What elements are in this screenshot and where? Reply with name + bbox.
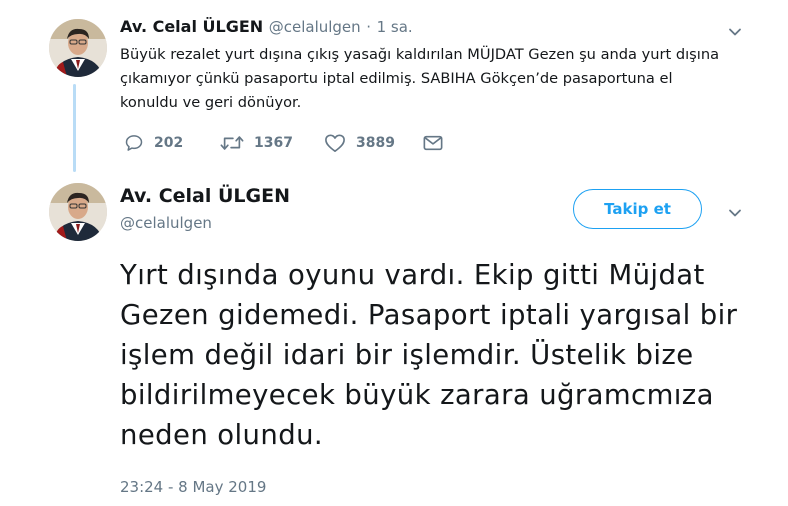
heart-icon (325, 134, 345, 152)
reply-count: 202 (154, 135, 184, 151)
avatar-image (49, 183, 107, 241)
reply-icon (125, 135, 143, 151)
thread-connector-line (73, 84, 76, 172)
tweet-time-ago[interactable]: 1 sa. (377, 18, 413, 36)
retweet-count: 1367 (254, 135, 293, 151)
author-handle[interactable]: @celalulgen (269, 18, 361, 36)
more-options-button[interactable] (728, 24, 742, 43)
author-avatar[interactable] (49, 19, 107, 77)
retweet-icon (220, 136, 244, 150)
parent-tweet-header: Av. Celal ÜLGEN @celalulgen · 1 sa. (120, 17, 413, 36)
retweet-button[interactable]: 1367 (220, 133, 293, 153)
main-tweet-text: Yırt dışında oyunu vardı. Ekip gitti Müj… (120, 259, 738, 451)
header-separator: · (366, 18, 372, 36)
tweet-actions-bar: 202 1367 3889 (0, 132, 788, 154)
follow-button[interactable]: Takip et (573, 189, 702, 229)
chevron-down-icon (729, 209, 741, 217)
direct-message-button[interactable] (423, 134, 443, 152)
envelope-icon (423, 135, 443, 151)
avatar-image (49, 19, 107, 77)
main-author-name[interactable]: Av. Celal ÜLGEN (120, 185, 290, 207)
reply-button[interactable]: 202 (124, 133, 183, 153)
like-count: 3889 (356, 135, 395, 151)
main-author-handle[interactable]: @celalulgen (120, 214, 212, 232)
chevron-down-icon (729, 28, 741, 36)
parent-tweet-text: Büyük rezalet yurt dışına çıkış yasağı k… (120, 46, 720, 111)
main-author-avatar[interactable] (49, 183, 107, 241)
main-more-options-button[interactable] (728, 205, 742, 224)
author-name[interactable]: Av. Celal ÜLGEN (120, 17, 263, 36)
like-button[interactable]: 3889 (324, 133, 395, 153)
tweet-timestamp[interactable]: 23:24 - 8 May 2019 (120, 478, 266, 496)
